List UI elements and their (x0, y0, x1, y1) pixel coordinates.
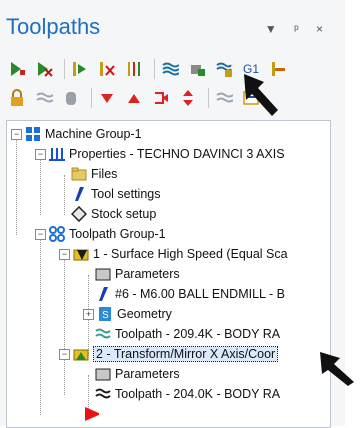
verify-icon[interactable] (186, 58, 208, 80)
toolpath-wave-icon (95, 326, 111, 342)
tree-row-op2-parameters[interactable]: Parameters (95, 364, 180, 384)
tree-row-op1-toolpath[interactable]: Toolpath - 209.4K - BODY RA (95, 324, 280, 344)
tree-label: Toolpath Group-1 (69, 227, 166, 241)
tree-label: 1 - Surface High Speed (Equal Sca (93, 247, 288, 261)
transform-folder-icon (73, 346, 89, 362)
toolbar-separator (91, 88, 92, 108)
tree-row-op1-geometry[interactable]: + S Geometry (83, 304, 172, 324)
post-toggle-icon[interactable] (60, 87, 82, 109)
geometry-icon: S (97, 306, 113, 322)
toolbar-separator (64, 59, 65, 79)
tree-row-stock-setup[interactable]: Stock setup (71, 204, 156, 224)
tree-label: Parameters (115, 267, 180, 281)
tree-label: Geometry (117, 307, 172, 321)
toolpath-wave-icon (95, 386, 111, 402)
tree-label: Stock setup (91, 207, 157, 221)
toolpath-tree[interactable]: − Machine Group-1 − Properties - TECHNO … (6, 120, 331, 428)
collapse-toggle[interactable]: − (59, 348, 70, 360)
close-icon[interactable]: × (316, 22, 323, 36)
collapse-toggle[interactable]: − (11, 128, 22, 140)
dropdown-icon[interactable]: ▼ (265, 22, 277, 36)
tree-row-operation-2[interactable]: − 2 - Transform/Mirror X Axis/Coor (59, 344, 279, 364)
tree-label: Files (91, 167, 118, 181)
tree-label: Properties - TECHNO DAVINCI 3 AXIS (69, 147, 285, 161)
toggle-display-icon[interactable] (123, 58, 145, 80)
stock-icon (71, 206, 87, 222)
select-all-icon[interactable] (6, 58, 28, 80)
move-up-icon[interactable] (123, 87, 145, 109)
tool-icon (95, 286, 111, 302)
collapse-toggle[interactable]: − (35, 148, 46, 160)
regenerate-icon[interactable] (69, 58, 91, 80)
tree-label-selected: 2 - Transform/Mirror X Axis/Coor (93, 346, 279, 362)
tree-row-op2-toolpath[interactable]: Toolpath - 204.0K - BODY RA (95, 384, 280, 404)
insert-arrow-marker[interactable] (83, 404, 103, 424)
red-insert-arrow-icon (83, 406, 99, 422)
pin-icon[interactable]: ᵖ (294, 22, 299, 36)
toolbar-separator (208, 88, 209, 108)
tool-icon (71, 186, 87, 202)
tree-row-files[interactable]: Files (71, 164, 117, 184)
tree-label: Toolpath - 204.0K - BODY RA (115, 387, 281, 401)
toolpath-group-icon (49, 226, 65, 242)
annotation-arrow-icon (320, 352, 354, 386)
tree-label: Machine Group-1 (45, 127, 142, 141)
lock-icon[interactable] (6, 87, 28, 109)
tree-row-tool-settings[interactable]: Tool settings (71, 184, 160, 204)
tree-row-toolpath-group[interactable]: − Toolpath Group-1 (35, 224, 166, 244)
tree-label: Toolpath - 209.4K - BODY RA (115, 327, 281, 341)
panel-title: Toolpaths (6, 14, 101, 39)
deselect-icon[interactable] (33, 58, 55, 80)
move-down-icon[interactable] (96, 87, 118, 109)
tree-row-machine-group[interactable]: − Machine Group-1 (11, 124, 142, 144)
tree-row-op1-parameters[interactable]: Parameters (95, 264, 180, 284)
collapse-toggle[interactable]: − (59, 248, 70, 260)
expand-toggle[interactable]: + (83, 308, 94, 320)
parameters-folder-icon (95, 366, 111, 382)
toolpaths-panel: Toolpaths ▼ ᵖ × G1 − Machine Group-1 − P… (0, 0, 345, 428)
insert-arrow-icon[interactable] (150, 87, 172, 109)
tree-label: #6 - M6.00 BALL ENDMILL - B (115, 287, 285, 301)
tree-row-operation-1[interactable]: − 1 - Surface High Speed (Equal Sca (59, 244, 288, 264)
machine-group-icon (25, 126, 41, 142)
panel-controls: ▼ ᵖ × (251, 22, 323, 36)
tree-row-properties[interactable]: − Properties - TECHNO DAVINCI 3 AXIS (35, 144, 285, 164)
parameters-folder-icon (95, 266, 111, 282)
svg-text:S: S (102, 310, 109, 321)
tree-label: Parameters (115, 367, 180, 381)
operation-folder-icon (73, 246, 89, 262)
scroll-icon[interactable] (177, 87, 199, 109)
regenerate-dirty-icon[interactable] (96, 58, 118, 80)
tree-row-op1-tool[interactable]: #6 - M6.00 BALL ENDMILL - B (95, 284, 285, 304)
machine-properties-icon (49, 146, 65, 162)
tree-label: Tool settings (91, 187, 161, 201)
toolbar-separator (154, 59, 155, 79)
collapse-toggle[interactable]: − (35, 228, 46, 240)
toolpath-display-icon[interactable] (33, 87, 55, 109)
post-icon[interactable] (213, 58, 235, 80)
annotation-arrow-icon (244, 74, 278, 116)
folder-icon (71, 166, 87, 182)
toolbar-bottom (6, 85, 267, 111)
expand-icon[interactable] (213, 87, 235, 109)
backplot-icon[interactable] (159, 58, 181, 80)
